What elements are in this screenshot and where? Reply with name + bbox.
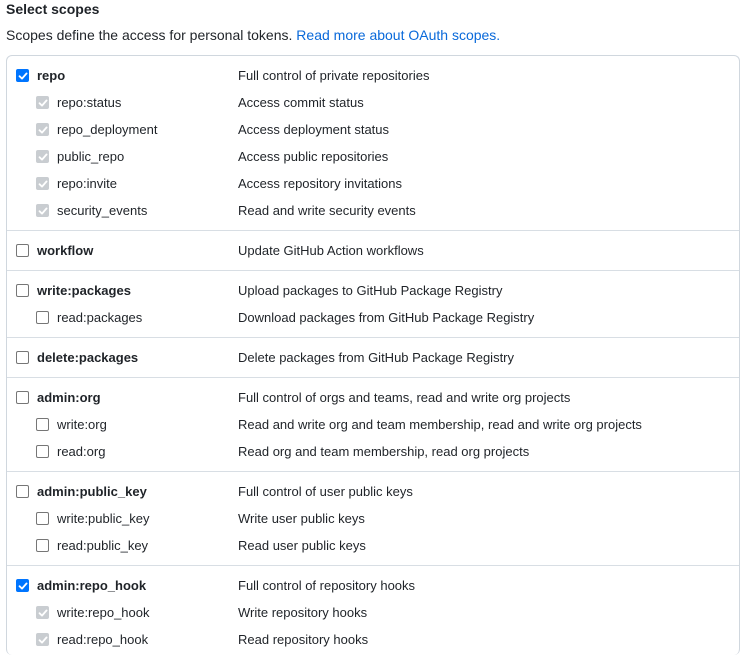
scope-name: read:public_key bbox=[57, 538, 149, 553]
oauth-scopes-link[interactable]: Read more about OAuth scopes. bbox=[296, 27, 500, 43]
scope-checkbox bbox=[36, 204, 49, 217]
scope-description: Read user public keys bbox=[238, 538, 366, 553]
scope-row: repo_deployment Access deployment status bbox=[7, 116, 739, 143]
scope-description: Delete packages from GitHub Package Regi… bbox=[238, 350, 515, 365]
scope-name: read:org bbox=[57, 444, 106, 459]
scope-row: write:public_key Write user public keys bbox=[7, 505, 739, 532]
scope-checkbox bbox=[36, 96, 49, 109]
scope-checkbox[interactable] bbox=[36, 512, 49, 525]
scope-checkbox bbox=[36, 606, 49, 619]
scope-name: read:packages bbox=[57, 310, 143, 325]
scope-name: write:org bbox=[57, 417, 107, 432]
scope-row: repo:status Access commit status bbox=[7, 89, 739, 116]
scope-row: repo Full control of private repositories bbox=[7, 62, 739, 89]
scope-description: Access deployment status bbox=[238, 122, 390, 137]
scope-row: admin:public_key Full control of user pub… bbox=[7, 478, 739, 505]
scope-checkbox bbox=[36, 150, 49, 163]
scopes-description: Scopes define the access for personal to… bbox=[6, 26, 500, 44]
scope-name: delete:packages bbox=[37, 350, 139, 365]
scope-name: write:public_key bbox=[57, 511, 150, 526]
scope-checkbox[interactable] bbox=[36, 311, 49, 324]
scope-checkbox[interactable] bbox=[16, 69, 29, 82]
scope-group: workflow Update GitHub Action workflows bbox=[7, 231, 739, 271]
scope-name: security_events bbox=[57, 203, 148, 218]
scope-row: security_events Read and write security e… bbox=[7, 197, 739, 224]
scope-row: read:public_key Read user public keys bbox=[7, 532, 739, 559]
scope-description: Upload packages to GitHub Package Regist… bbox=[238, 283, 503, 298]
scope-name: write:packages bbox=[37, 283, 131, 298]
scope-checkbox[interactable] bbox=[16, 284, 29, 297]
scope-description: Download packages from GitHub Package Re… bbox=[238, 310, 535, 325]
scope-description: Full control of private repositories bbox=[238, 68, 430, 83]
scope-row: repo:invite Access repository invitations bbox=[7, 170, 739, 197]
scope-name: repo_deployment bbox=[57, 122, 158, 137]
scope-checkbox[interactable] bbox=[36, 445, 49, 458]
scope-group: admin:repo_hook Full control of repositor… bbox=[7, 566, 739, 659]
scope-description: Read repository hooks bbox=[238, 632, 369, 647]
scope-name: repo:status bbox=[57, 95, 122, 110]
scope-row: write:org Read and write org and team mem… bbox=[7, 411, 739, 438]
scope-name: admin:org bbox=[37, 390, 101, 405]
scope-row: read:org Read org and team membership, re… bbox=[7, 438, 739, 465]
scope-checkbox bbox=[36, 633, 49, 646]
scope-row: read:repo_hook Read repository hooks bbox=[7, 626, 739, 653]
scope-group: write:packages Upload packages to GitHub … bbox=[7, 271, 739, 338]
scope-checkbox[interactable] bbox=[16, 351, 29, 364]
scope-row: write:packages Upload packages to GitHub … bbox=[7, 277, 739, 304]
scope-name: write:repo_hook bbox=[57, 605, 150, 620]
scope-name: admin:public_key bbox=[37, 484, 147, 499]
scope-row: delete:packages Delete packages from GitH… bbox=[7, 344, 739, 371]
scope-group: repo Full control of private repositories… bbox=[7, 56, 739, 231]
scope-row: read:packages Download packages from GitH… bbox=[7, 304, 739, 331]
scope-description: Access commit status bbox=[238, 95, 364, 110]
scope-description: Full control of orgs and teams, read and… bbox=[238, 390, 571, 405]
scopes-list: repo Full control of private repositories… bbox=[6, 55, 740, 655]
scope-description: Full control of repository hooks bbox=[238, 578, 416, 593]
scope-name: admin:repo_hook bbox=[37, 578, 147, 593]
scope-name: public_repo bbox=[57, 149, 125, 164]
scope-checkbox bbox=[36, 177, 49, 190]
scope-row: write:repo_hook Write repository hooks bbox=[7, 599, 739, 626]
scope-description: Full control of user public keys bbox=[238, 484, 413, 499]
scope-checkbox[interactable] bbox=[36, 418, 49, 431]
scope-description: Read and write org and team membership, … bbox=[238, 417, 642, 432]
scope-name: workflow bbox=[37, 243, 94, 258]
scope-row: admin:org Full control of orgs and teams,… bbox=[7, 384, 739, 411]
page-title: Select scopes bbox=[6, 1, 100, 17]
scope-name: repo bbox=[37, 68, 66, 83]
scope-group: delete:packages Delete packages from GitH… bbox=[7, 338, 739, 378]
scope-description: Read org and team membership, read org p… bbox=[238, 444, 530, 459]
scope-description: Write repository hooks bbox=[238, 605, 368, 620]
scope-group: admin:public_key Full control of user pub… bbox=[7, 472, 739, 566]
description-text: Scopes define the access for personal to… bbox=[6, 27, 293, 43]
scope-description: Read and write security events bbox=[238, 203, 416, 218]
scope-description: Access public repositories bbox=[238, 149, 389, 164]
scope-checkbox[interactable] bbox=[16, 579, 29, 592]
scope-row: admin:repo_hook Full control of repositor… bbox=[7, 572, 739, 599]
scope-name: read:repo_hook bbox=[57, 632, 149, 647]
scope-description: Update GitHub Action workflows bbox=[238, 243, 424, 258]
scope-checkbox[interactable] bbox=[16, 244, 29, 257]
scope-checkbox bbox=[36, 123, 49, 136]
scope-checkbox[interactable] bbox=[16, 391, 29, 404]
scope-checkbox[interactable] bbox=[16, 485, 29, 498]
scope-name: repo:invite bbox=[57, 176, 117, 191]
scope-row: public_repo Access public repositories bbox=[7, 143, 739, 170]
scope-description: Access repository invitations bbox=[238, 176, 403, 191]
scope-group: admin:org Full control of orgs and teams,… bbox=[7, 378, 739, 472]
scope-row: workflow Update GitHub Action workflows bbox=[7, 237, 739, 264]
scope-description: Write user public keys bbox=[238, 511, 365, 526]
scope-checkbox[interactable] bbox=[36, 539, 49, 552]
